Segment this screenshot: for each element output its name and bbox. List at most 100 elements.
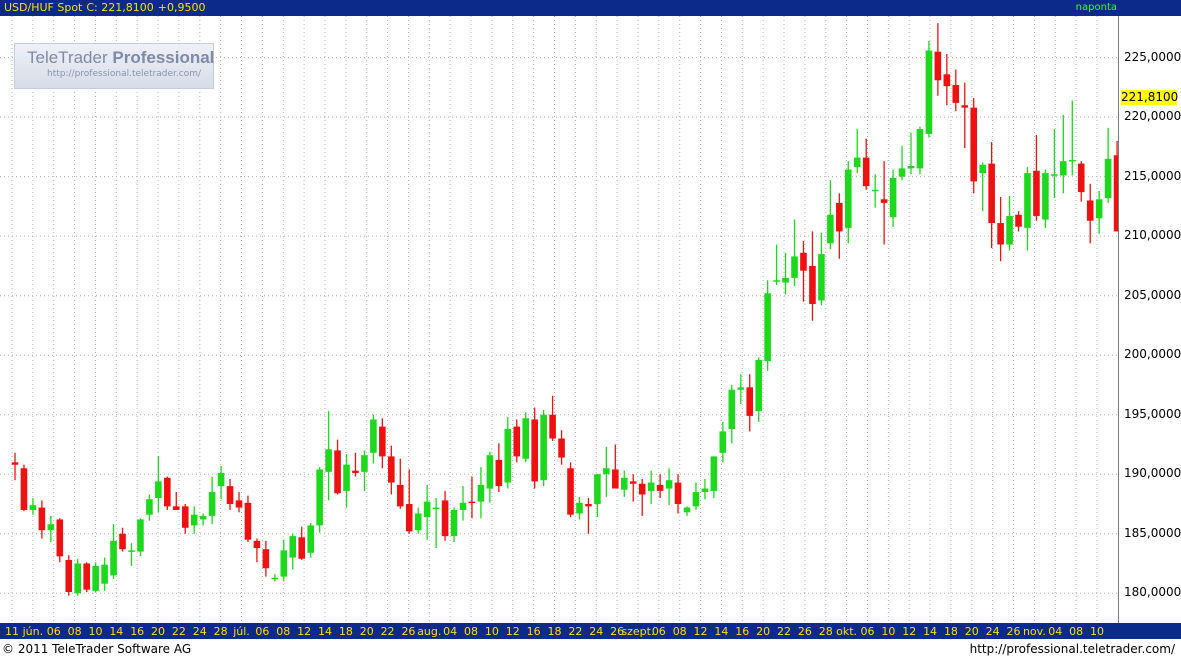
x-tick-label: 26	[797, 625, 812, 638]
candle-body	[925, 50, 933, 134]
candle-body	[307, 525, 314, 553]
candle-body	[594, 474, 601, 504]
x-tick-label: 26	[1006, 625, 1021, 638]
candle-body	[253, 540, 261, 549]
x-tick-label: 14	[317, 625, 332, 638]
chart-plot-area[interactable]: TeleTrader Professional http://professio…	[0, 16, 1119, 623]
y-tick-label: 180,0000	[1124, 585, 1181, 600]
candle-body	[20, 468, 28, 510]
candle-body	[791, 256, 798, 278]
candle-body	[352, 470, 359, 474]
footer-url[interactable]: http://professional.teletrader.com/	[970, 642, 1175, 656]
x-tick-label: 12	[297, 625, 312, 638]
candle-body	[361, 455, 368, 472]
x-tick-label: 20	[756, 625, 771, 638]
candle-body	[83, 563, 90, 590]
x-tick-label: 06	[651, 625, 666, 638]
candle-body	[396, 484, 404, 507]
candle-body	[199, 515, 207, 520]
footer: © 2011 TeleTrader Software AG http://pro…	[0, 639, 1181, 659]
x-tick-label: 20	[964, 625, 979, 638]
candle-body	[190, 514, 198, 526]
candle-body	[280, 550, 288, 577]
x-tick-label: 06	[46, 625, 61, 638]
candle-body	[665, 480, 673, 489]
candle-body	[1068, 160, 1076, 162]
candle-body	[1051, 174, 1058, 176]
x-tick-label: 18	[338, 625, 353, 638]
candle-body	[934, 51, 942, 81]
candle-body	[1006, 215, 1013, 245]
y-tick-label: 205,0000	[1124, 287, 1181, 302]
x-tick-label: 24	[192, 625, 207, 638]
x-tick-label: 04	[443, 625, 458, 638]
x-tick-label: 08	[672, 625, 687, 638]
candle-body	[567, 468, 574, 515]
candle-body	[764, 293, 771, 362]
candle-body	[898, 168, 906, 177]
candle-body	[692, 492, 700, 507]
x-axis: 11 jún. 06 08 10 14 16 20 22 24 28 júl. 06 08 12 14 18 20…	[0, 623, 1118, 639]
candle-body	[889, 177, 897, 218]
x-tick-label: szept.	[621, 625, 655, 638]
candle-body	[916, 129, 924, 169]
x-tick-label: 16	[735, 625, 750, 638]
instrument-header: USD/HUF Spot C: 221,8100 +0,9500	[4, 1, 209, 14]
candle-body	[683, 507, 691, 513]
y-tick-label: 200,0000	[1124, 347, 1181, 362]
axis-corner	[1118, 623, 1181, 639]
candle-body	[603, 468, 610, 475]
x-tick-label: 04	[1048, 625, 1063, 638]
x-tick-label: 24	[589, 625, 604, 638]
x-tick-label: okt.	[836, 625, 858, 638]
x-tick-label: aug.	[417, 625, 442, 638]
candle-body	[316, 469, 323, 526]
candle-body	[513, 426, 521, 457]
x-tick-label: 12	[505, 625, 520, 638]
candle-body	[432, 507, 440, 510]
y-tick-label: 225,0000	[1124, 49, 1181, 64]
y-tick-label: 215,0000	[1124, 168, 1181, 183]
candle-body	[853, 157, 861, 168]
candle-body	[746, 387, 754, 416]
candle-body	[110, 540, 117, 576]
candle-body	[827, 214, 834, 244]
candle-body	[181, 506, 189, 528]
candle-body	[710, 456, 718, 491]
period-selector[interactable]: naponta	[1076, 2, 1117, 13]
x-tick-label: 22	[777, 625, 792, 638]
teletrader-logo: TeleTrader Professional http://professio…	[14, 43, 214, 89]
x-tick-label: 22	[380, 625, 395, 638]
y-tick-label: 195,0000	[1124, 406, 1181, 421]
candle-body	[289, 536, 297, 558]
candle-body	[11, 462, 19, 465]
candle-body	[146, 499, 153, 515]
candle-body	[809, 265, 816, 305]
candle-body	[29, 505, 37, 510]
candle-body	[1015, 214, 1022, 227]
candle-body	[800, 252, 807, 271]
candle-body	[728, 389, 736, 429]
candle-body	[325, 449, 332, 472]
candle-body	[1077, 163, 1085, 193]
candle-body	[486, 455, 494, 489]
x-tick-label: 20	[151, 625, 166, 638]
candle-body	[137, 519, 144, 552]
x-tick-label: 10	[484, 625, 499, 638]
last-price-marker: 221,8100	[1121, 90, 1179, 106]
candle-body	[1104, 158, 1112, 199]
title-bar: USD/HUF Spot C: 221,8100 +0,9500 naponta	[0, 0, 1181, 16]
candle-body	[414, 513, 422, 531]
x-tick-label: 18	[943, 625, 958, 638]
candle-body	[1086, 200, 1094, 221]
candle-body	[298, 537, 306, 559]
x-tick-label: 10	[881, 625, 896, 638]
y-tick-label: 190,0000	[1124, 466, 1181, 481]
candle-body	[576, 502, 583, 514]
candle-body	[172, 506, 180, 510]
candle-body	[226, 486, 234, 504]
candle-body	[871, 189, 879, 192]
x-tick-label: 10	[88, 625, 103, 638]
candle-body	[701, 488, 709, 493]
candle-body	[208, 492, 216, 516]
